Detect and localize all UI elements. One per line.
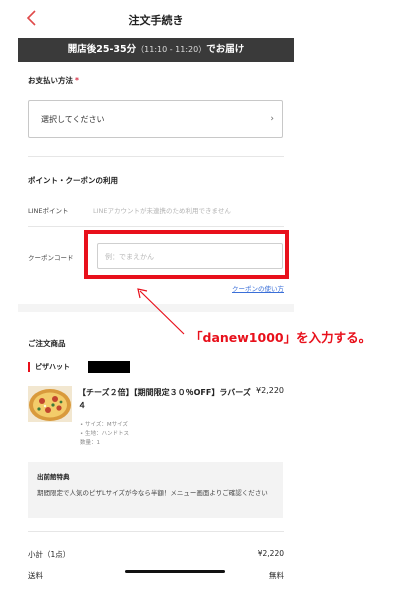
payment-method-label-text: お支払い方法 <box>28 76 73 85</box>
home-indicator <box>125 570 225 573</box>
annotation-text: 「danew1000」を入力する。 <box>190 330 372 345</box>
order-items-title: ご注文商品 <box>28 339 66 348</box>
nav-bar: 注文手続き <box>18 0 294 38</box>
redacted-block <box>88 361 130 373</box>
campaign-box: 出前館特典 期間限定で人気のピザLサイズが今なら半額！メニュー画面よりご確認くだ… <box>28 462 283 518</box>
delivery-time-range: （11:10 - 11:20） <box>136 45 207 54</box>
item-name: 【チーズ２倍】【期間限定３０％OFF】ラバーズ４ <box>78 388 251 410</box>
section-separator <box>18 304 294 312</box>
store-accent-bar <box>28 362 30 372</box>
order-screen: 注文手続き 開店後25-35分（11:10 - 11:20）でお届け お支払い方… <box>18 0 294 593</box>
required-mark: * <box>75 76 79 85</box>
coupon-code-label: クーポンコード <box>28 254 74 262</box>
highlight-box <box>84 230 289 279</box>
item-quantity: 数量：1 <box>80 440 100 446</box>
divider <box>28 226 284 227</box>
campaign-title: 出前館特典 <box>37 473 70 481</box>
item-crust: • 生地：ハンドトス <box>80 431 129 437</box>
subtotal-row: 小計（1点） ¥2,220 <box>28 549 284 560</box>
item-price: ¥2,220 <box>256 386 284 395</box>
chevron-right-icon: › <box>270 114 274 124</box>
pizza-thumbnail <box>28 386 72 422</box>
campaign-body: 期間限定で人気のピザLサイズが今なら半額！メニュー画面よりご確認ください <box>37 489 268 497</box>
item-size: • サイズ：Mサイズ <box>80 422 128 428</box>
delivery-eta: 開店後25-35分 <box>67 44 137 55</box>
shipping-value: 無料 <box>269 571 284 580</box>
delivery-suffix: でお届け <box>206 44 245 55</box>
divider <box>28 156 284 157</box>
coupon-help-link[interactable]: クーポンの使い方 <box>232 283 284 293</box>
shipping-label: 送料 <box>28 571 43 580</box>
points-coupon-title: ポイント・クーポンの利用 <box>28 176 118 185</box>
payment-method-placeholder: 選択してください <box>41 115 105 124</box>
delivery-time-banner: 開店後25-35分（11:10 - 11:20）でお届け <box>18 38 294 62</box>
store-name: ピザハット <box>35 363 70 371</box>
page-title: 注文手続き <box>128 14 184 27</box>
payment-method-label: お支払い方法 * <box>28 75 79 86</box>
subtotal-label: 小計（1点） <box>28 550 71 559</box>
line-point-note: LINEアカウントが未連携のため利用できません <box>93 207 231 215</box>
line-point-label: LINEポイント <box>28 207 69 215</box>
payment-method-select[interactable]: 選択してください › <box>28 100 283 138</box>
subtotal-value: ¥2,220 <box>257 549 284 558</box>
divider <box>28 531 284 532</box>
